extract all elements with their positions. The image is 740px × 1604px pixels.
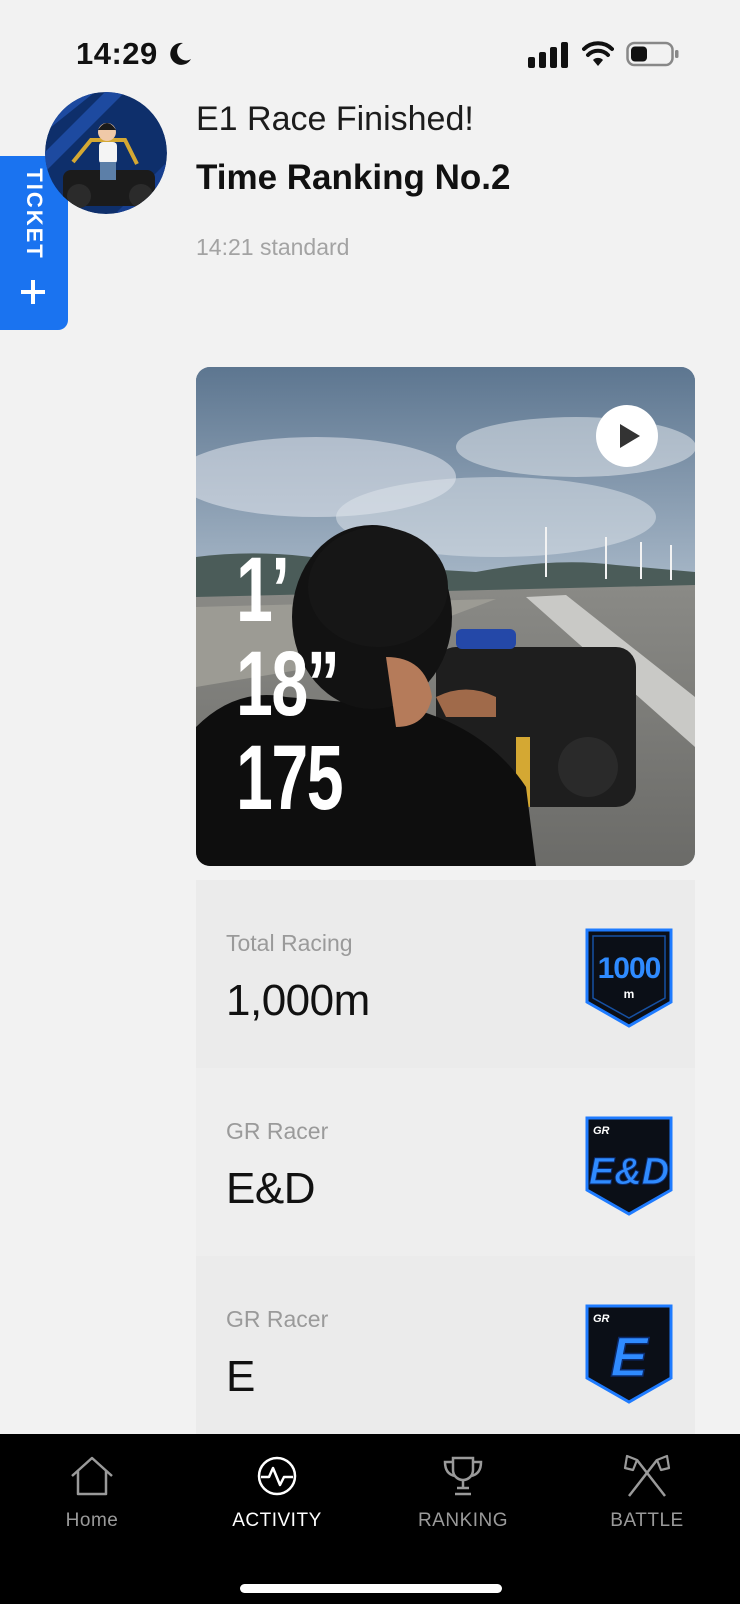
- nav-item-home[interactable]: Home: [27, 1454, 157, 1554]
- stat-value: E: [226, 1352, 255, 1401]
- signal-icon: [528, 42, 568, 68]
- race-video-card[interactable]: 1’ 18” 175: [196, 367, 695, 866]
- gr-racer-ed-badge-icon: GR E&D: [585, 1116, 673, 1216]
- nav-label: RANKING: [417, 1510, 509, 1531]
- stat-item-gr-racer-ed[interactable]: GR Racer E&D GR E&D: [196, 1068, 695, 1256]
- race-time-meta: 14:21 standard: [196, 234, 350, 260]
- svg-text:GR: GR: [593, 1125, 610, 1137]
- home-icon: [71, 1456, 113, 1496]
- nav-item-ranking[interactable]: RANKING: [398, 1454, 528, 1554]
- nav-label: Home: [65, 1510, 119, 1531]
- gr-racer-e-badge-icon: GR E: [585, 1304, 673, 1404]
- nav-item-activity[interactable]: ACTIVITY: [212, 1454, 342, 1554]
- play-icon: [620, 424, 640, 448]
- trophy-icon: [443, 1456, 483, 1496]
- moon-icon: [170, 42, 191, 65]
- lap-time-display: 1’ 18” 175: [236, 539, 344, 829]
- stat-label: GR Racer: [226, 1306, 329, 1332]
- badge-letter: E: [610, 1325, 649, 1388]
- activity-icon: [257, 1456, 297, 1496]
- status-bar: 14:29: [0, 0, 740, 100]
- lap-minutes: 1’: [236, 539, 290, 641]
- bottom-nav: Home ACTIVITY RANKING BATTLE: [0, 1434, 740, 1604]
- wifi-icon: [582, 41, 614, 66]
- avatar[interactable]: [45, 92, 167, 214]
- stats-list: Total Racing 1,000m 1000 m GR Racer E&D …: [196, 880, 695, 1434]
- ranking-title: Time Ranking No.2: [196, 158, 511, 197]
- badge-number: 1000: [598, 952, 661, 985]
- stat-item-gr-racer-e[interactable]: GR Racer E GR E: [196, 1256, 695, 1434]
- stat-label: Total Racing: [226, 930, 353, 956]
- stat-item-total-racing[interactable]: Total Racing 1,000m 1000 m: [196, 880, 695, 1068]
- stat-value: E&D: [226, 1164, 315, 1213]
- nav-item-battle[interactable]: BATTLE: [582, 1454, 712, 1554]
- stat-value: 1,000m: [226, 976, 370, 1025]
- lap-seconds: 18”: [236, 633, 340, 735]
- distance-1000m-badge-icon: 1000 m: [585, 928, 673, 1028]
- badge-letters: E&D: [589, 1151, 669, 1193]
- nav-label: ACTIVITY: [232, 1510, 322, 1531]
- plus-icon: [21, 280, 45, 304]
- nav-label: BATTLE: [610, 1510, 684, 1531]
- lap-milliseconds: 175: [236, 727, 344, 829]
- svg-text:GR: GR: [593, 1313, 610, 1325]
- battery-icon: [626, 41, 679, 67]
- play-button[interactable]: [596, 405, 658, 467]
- crossed-flags-icon: [623, 1454, 671, 1497]
- status-time: 14:29: [76, 36, 158, 71]
- stat-label: GR Racer: [226, 1118, 329, 1144]
- race-status-text: E1 Race Finished!: [196, 100, 474, 138]
- home-indicator[interactable]: [240, 1584, 502, 1593]
- ticket-label: TICKET: [22, 168, 47, 260]
- badge-unit: m: [624, 987, 635, 1001]
